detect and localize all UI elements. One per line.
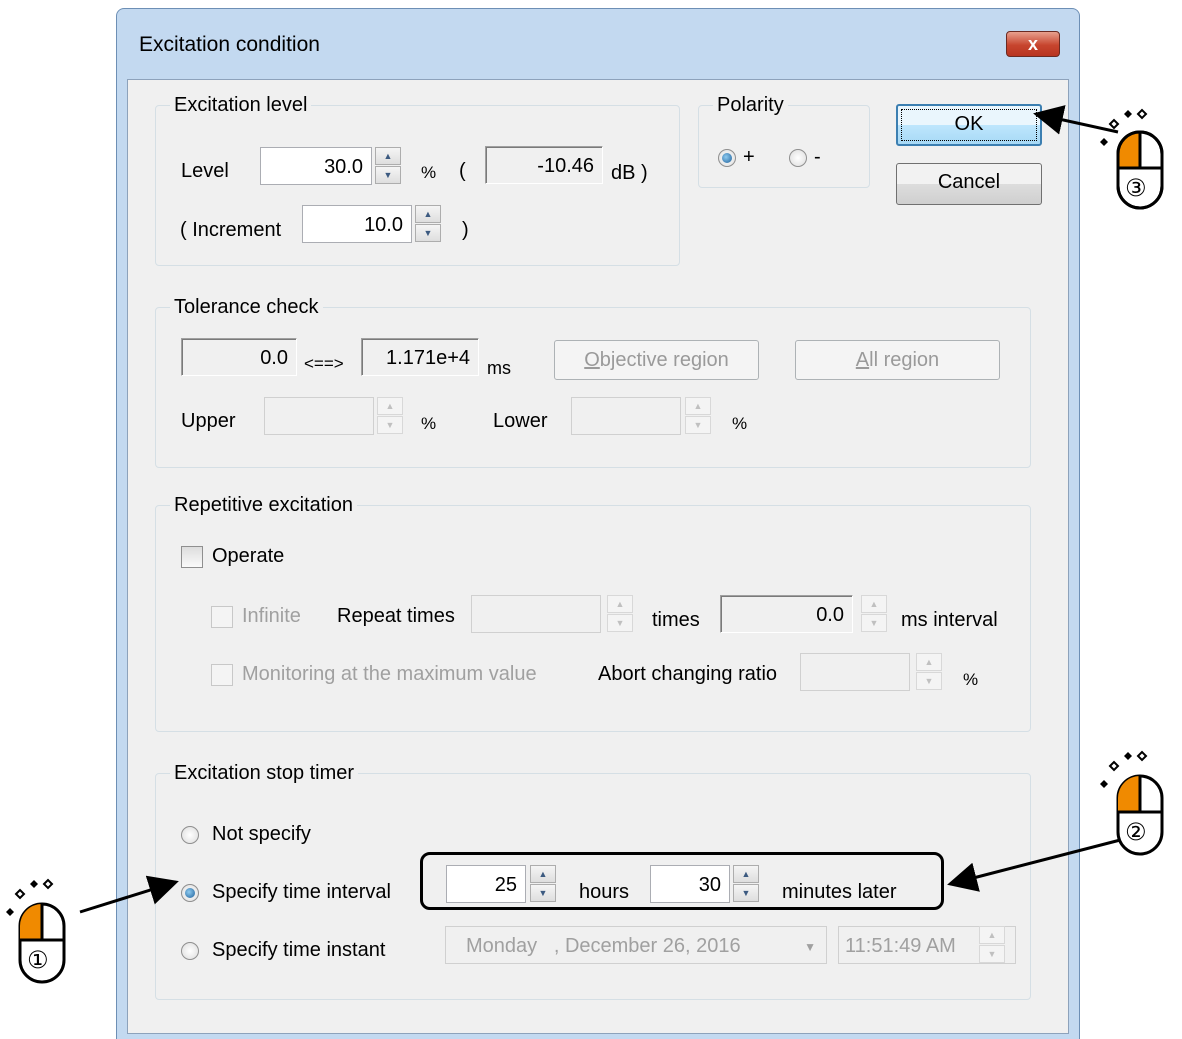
arrow-step1 bbox=[79, 875, 179, 914]
mouse-click-icon-step1: ① bbox=[4, 878, 88, 986]
step3-number: ③ bbox=[1125, 174, 1147, 202]
step1-number: ① bbox=[27, 946, 49, 974]
annotation-arrows bbox=[79, 105, 1129, 914]
step2-number: ② bbox=[1125, 818, 1147, 846]
mouse-click-icon-step3: ③ bbox=[1098, 108, 1182, 212]
mouse-click-icon-step2: ② bbox=[1098, 750, 1182, 858]
